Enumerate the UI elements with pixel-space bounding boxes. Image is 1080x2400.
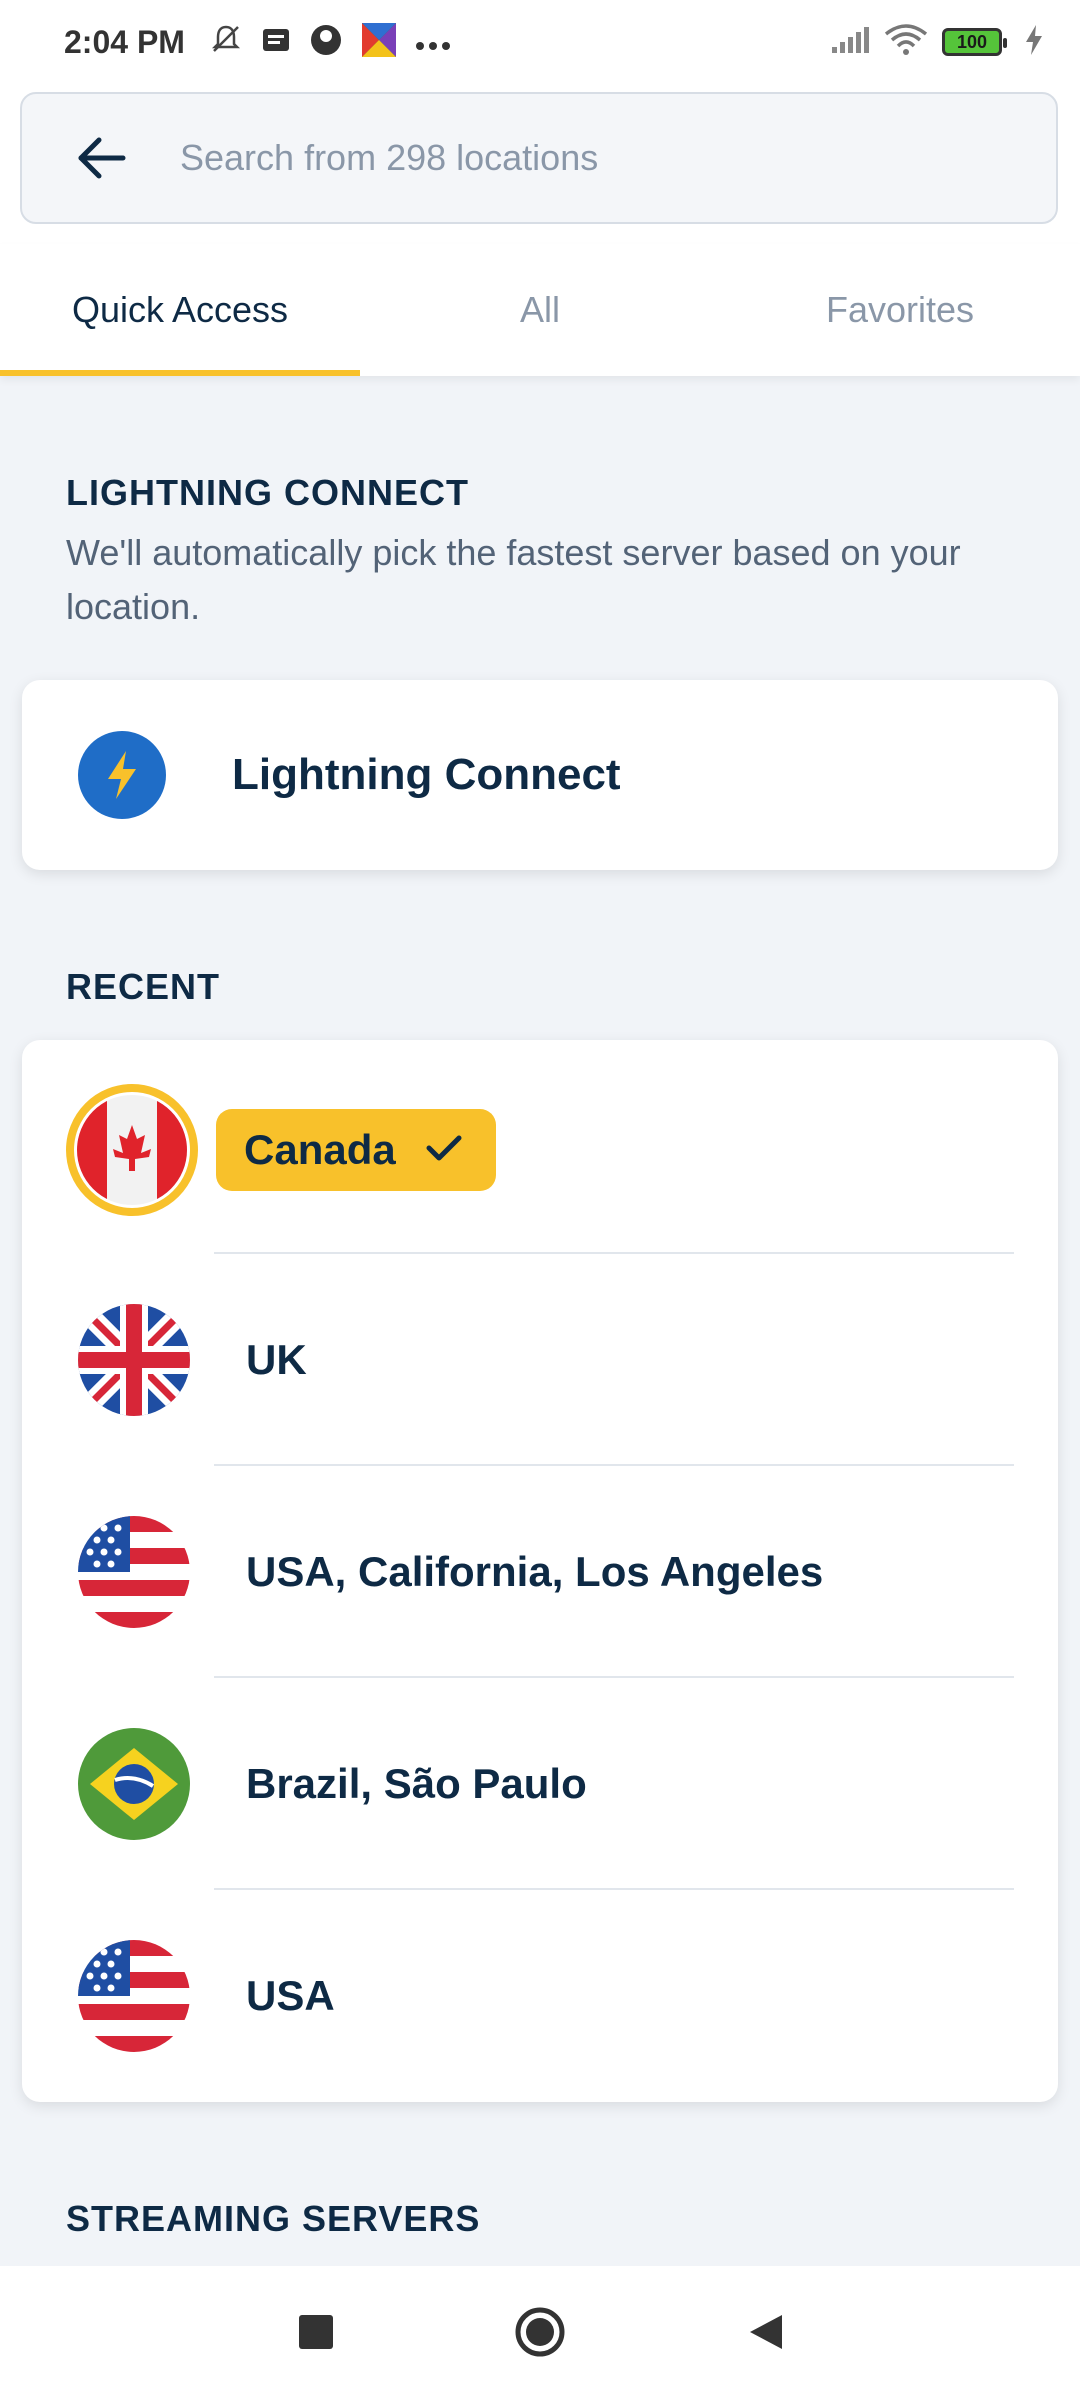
- system-nav-bar: [0, 2266, 1080, 2400]
- status-bar: 2:04 PM 100: [0, 0, 1080, 84]
- list-item-label: USA, California, Los Angeles: [246, 1548, 824, 1595]
- lightning-connect-label: Lightning Connect: [232, 750, 621, 799]
- lightning-bolt-icon: [78, 731, 166, 819]
- status-time: 2:04 PM: [64, 23, 185, 60]
- uk-flag-icon: [78, 1304, 190, 1416]
- tab-all[interactable]: All: [360, 244, 720, 376]
- recent-section-title: RECENT: [66, 966, 221, 1007]
- search-input[interactable]: Search from 298 locations: [180, 137, 598, 179]
- tab-bar: Quick Access All Favorites: [0, 244, 1080, 376]
- lightning-section-title: LIGHTNING CONNECT: [66, 472, 469, 513]
- list-item-label: Brazil, São Paulo: [246, 1760, 587, 1807]
- selected-location-pill: Canada: [216, 1109, 496, 1191]
- check-icon: [426, 1130, 462, 1171]
- wifi-icon: [884, 24, 928, 60]
- usa-flag-icon: [78, 1516, 190, 1628]
- selected-ring: [66, 1084, 198, 1216]
- list-item-usa[interactable]: USA: [22, 1890, 1058, 2102]
- recent-apps-button[interactable]: [286, 2302, 346, 2362]
- battery-level: 100: [956, 31, 988, 52]
- list-item-usa-los-angeles[interactable]: USA, California, Los Angeles: [22, 1466, 1058, 1678]
- usa-flag-icon: [78, 1940, 190, 2052]
- message-icon: [261, 25, 291, 59]
- app-icon: [361, 22, 397, 62]
- charging-icon: [1024, 24, 1044, 60]
- signal-icon: [830, 25, 870, 59]
- lightning-section-description: We'll automatically pick the fastest ser…: [66, 532, 961, 627]
- recent-list: Canada UK USA, California, Los Angeles B…: [22, 1040, 1058, 2102]
- lightning-connect-button[interactable]: Lightning Connect: [22, 680, 1058, 870]
- app-icon: [309, 23, 343, 61]
- list-item-label: UK: [246, 1336, 307, 1383]
- search-header: Search from 298 locations: [0, 84, 1080, 244]
- home-button[interactable]: [510, 2302, 570, 2362]
- canada-flag-icon: [77, 1095, 187, 1205]
- mute-icon: [209, 22, 243, 62]
- back-arrow-icon[interactable]: [62, 118, 142, 198]
- search-box[interactable]: Search from 298 locations: [20, 92, 1058, 224]
- status-icons-right: 100: [830, 24, 1044, 60]
- list-item-label: USA: [246, 1972, 335, 2019]
- list-item-brazil-sao-paulo[interactable]: Brazil, São Paulo: [22, 1678, 1058, 1890]
- more-icon: [415, 27, 451, 57]
- streaming-section-title: STREAMING SERVERS: [66, 2198, 481, 2239]
- tab-favorites[interactable]: Favorites: [720, 244, 1080, 376]
- brazil-flag-icon: [78, 1728, 190, 1840]
- status-icons-left: [209, 22, 451, 62]
- back-button[interactable]: [736, 2302, 796, 2362]
- list-item-canada[interactable]: Canada: [22, 1044, 1058, 1256]
- list-item-label: Canada: [244, 1126, 396, 1173]
- battery-icon: 100: [942, 28, 1007, 56]
- tab-quick-access[interactable]: Quick Access: [0, 244, 360, 376]
- list-item-uk[interactable]: UK: [22, 1254, 1058, 1466]
